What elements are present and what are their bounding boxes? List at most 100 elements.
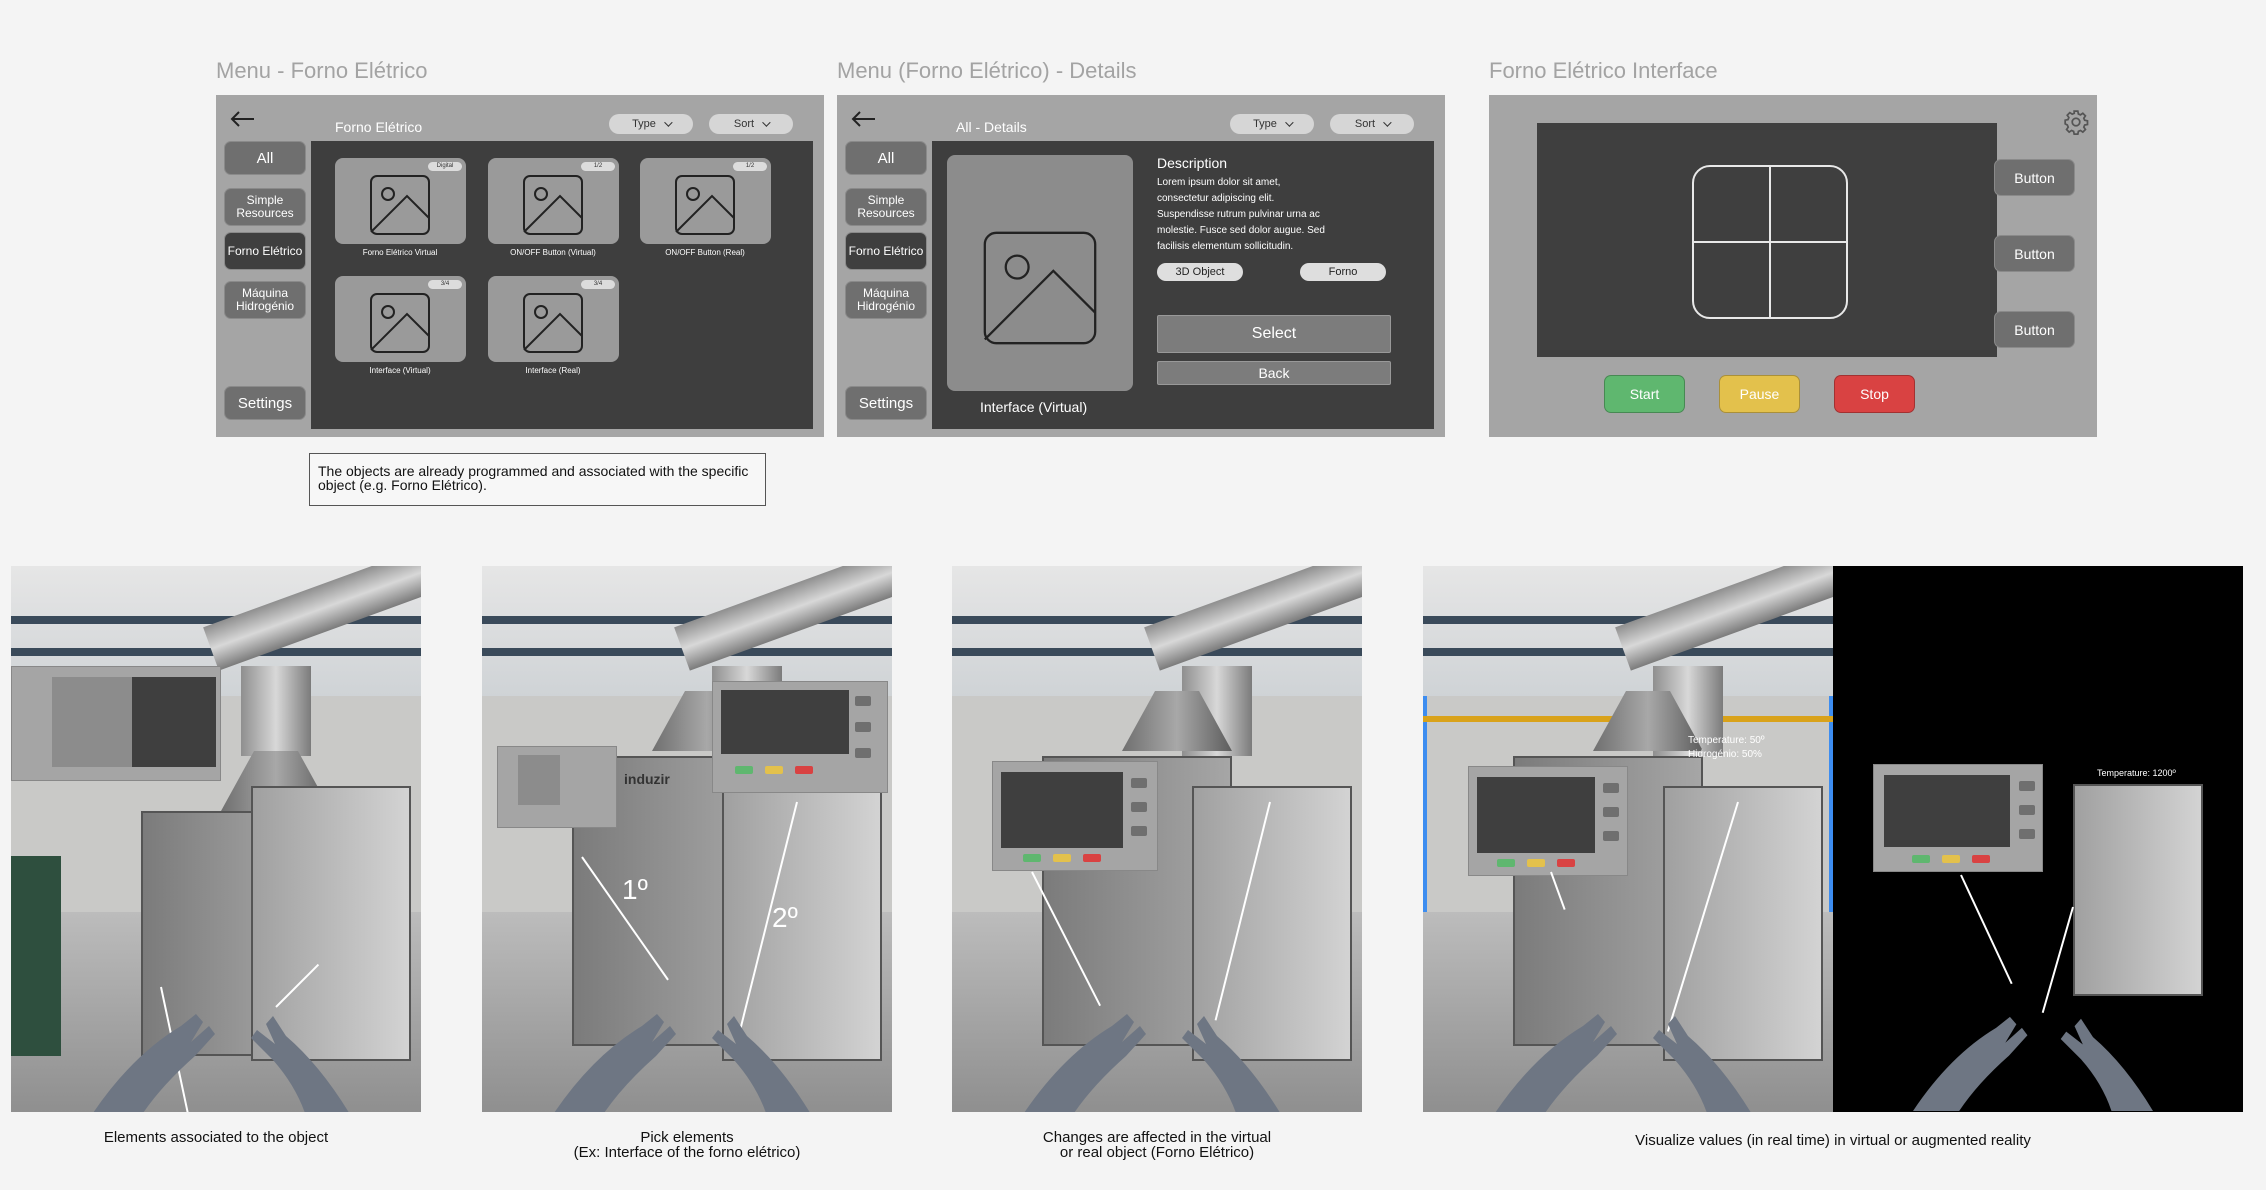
vr-temperature-readout: Temperature: 1200º bbox=[2097, 768, 2176, 778]
vr-hands-icon bbox=[93, 1014, 349, 1112]
ar-interface-panel bbox=[992, 761, 1158, 871]
chevron-down-icon bbox=[664, 118, 673, 127]
object-card-forno-virtual[interactable]: Digital bbox=[335, 158, 466, 244]
settings-button[interactable]: Settings bbox=[845, 386, 927, 420]
caption-photo-1: Elements associated to the object bbox=[103, 1129, 329, 1146]
note-box: The objects are already programmed and a… bbox=[309, 453, 766, 506]
object-card-onoff-virtual[interactable]: 1/2 bbox=[488, 158, 619, 244]
details-frame: All - Details Type Sort All Simple Resou… bbox=[837, 95, 1445, 437]
ar-details-panel bbox=[11, 666, 221, 781]
interface-screen bbox=[1537, 123, 1997, 357]
chevron-down-icon bbox=[1285, 118, 1294, 127]
type-filter-label: Type bbox=[632, 118, 656, 130]
photo-elements-associated bbox=[11, 566, 421, 1112]
type-filter[interactable]: Type bbox=[1230, 114, 1314, 134]
vr-furnace bbox=[2073, 784, 2203, 996]
settings-button[interactable]: Settings bbox=[224, 386, 306, 420]
sidebar-item-simple-resources[interactable]: Simple Resources bbox=[224, 188, 306, 226]
card-label: ON/OFF Button (Virtual) bbox=[510, 248, 596, 257]
pause-button[interactable]: Pause bbox=[1719, 375, 1800, 413]
sidebar-item-maquina-hidrogenio[interactable]: Máquina Hidrogénio bbox=[845, 281, 927, 319]
photo-changes-affected bbox=[952, 566, 1362, 1112]
photo-virtual-reality: Temperature: 1200º bbox=[1833, 566, 2243, 1112]
back-arrow-icon[interactable] bbox=[228, 109, 256, 129]
caption-photo-4: Visualize values (in real time) in virtu… bbox=[1635, 1132, 2031, 1149]
sort-filter[interactable]: Sort bbox=[709, 114, 793, 134]
card-badge: 3/4 bbox=[581, 280, 615, 289]
details-panel: Interface (Virtual) Description Lorem ip… bbox=[932, 141, 1434, 429]
stop-button[interactable]: Stop bbox=[1834, 375, 1915, 413]
caption-photo-2: Pick elements (Ex: Interface of the forn… bbox=[482, 1130, 892, 1160]
card-badge: Digital bbox=[428, 162, 462, 171]
menu-frame-title: Menu - Forno Elétrico bbox=[216, 58, 428, 83]
sidebar-item-all[interactable]: All bbox=[845, 141, 927, 175]
interface-button-1[interactable]: Button bbox=[1994, 159, 2075, 196]
tag-3d-object[interactable]: 3D Object bbox=[1157, 263, 1243, 281]
induzir-logo: induzir bbox=[624, 771, 670, 787]
details-image bbox=[947, 155, 1133, 391]
object-card-interface-virtual[interactable]: 3/4 bbox=[335, 276, 466, 362]
sidebar-item-all[interactable]: All bbox=[224, 141, 306, 175]
interface-button-3[interactable]: Button bbox=[1994, 311, 2075, 348]
image-placeholder-icon bbox=[523, 175, 583, 235]
card-label: Forno Elétrico Virtual bbox=[362, 248, 438, 257]
details-header-title: All - Details bbox=[956, 119, 1027, 135]
card-label: Interface (Virtual) bbox=[369, 366, 431, 375]
window-grid-icon bbox=[1692, 165, 1848, 319]
type-filter-label: Type bbox=[1253, 118, 1277, 130]
image-placeholder-icon bbox=[983, 231, 1097, 345]
start-button[interactable]: Start bbox=[1604, 375, 1685, 413]
ordinal-2: 2º bbox=[772, 902, 798, 933]
vr-hands-icon bbox=[1495, 1014, 1751, 1112]
ar-interface-panel bbox=[1468, 766, 1628, 876]
vr-hands-icon bbox=[1913, 1016, 2153, 1111]
description-title: Description bbox=[1157, 155, 1228, 171]
caption-photo-3-line-1: Changes are affected in the virtual bbox=[1042, 1129, 1272, 1146]
chevron-down-icon bbox=[1383, 118, 1392, 127]
ar-details-panel bbox=[497, 746, 617, 828]
card-badge: 3/4 bbox=[428, 280, 462, 289]
image-placeholder-icon bbox=[523, 293, 583, 353]
card-label: Interface (Real) bbox=[525, 366, 581, 375]
interface-frame: Button Button Button Start Pause Stop bbox=[1489, 95, 2097, 437]
photo-pick-elements: induzir 1º 2º bbox=[482, 566, 892, 1112]
ar-hydrogen-readout: Hidrogénio: 50% bbox=[1688, 749, 1762, 760]
menu-header-title: Forno Elétrico bbox=[335, 119, 423, 135]
ordinal-1: 1º bbox=[622, 874, 648, 905]
sidebar-item-maquina-hidrogenio[interactable]: Máquina Hidrogénio bbox=[224, 281, 306, 319]
gear-icon[interactable] bbox=[2063, 109, 2089, 135]
tag-forno[interactable]: Forno bbox=[1300, 263, 1386, 281]
back-button[interactable]: Back bbox=[1157, 361, 1391, 385]
interface-frame-title: Forno Elétrico Interface bbox=[1489, 58, 1718, 83]
type-filter[interactable]: Type bbox=[609, 114, 693, 134]
description-text: Lorem ipsum dolor sit amet, consectetur … bbox=[1157, 177, 1325, 252]
sidebar-item-forno-eletrico[interactable]: Forno Elétrico bbox=[845, 232, 927, 270]
objects-panel: Digital Forno Elétrico Virtual 1/2 ON/OF… bbox=[311, 141, 813, 429]
object-card-onoff-real[interactable]: 1/2 bbox=[640, 158, 771, 244]
card-label: ON/OFF Button (Real) bbox=[665, 248, 745, 257]
vr-interface-panel bbox=[1873, 764, 2043, 872]
caption-photo-3-line-2: or real object (Forno Elétrico) bbox=[1059, 1144, 1255, 1161]
menu-frame: Forno Elétrico Type Sort All Simple Reso… bbox=[216, 95, 824, 437]
sort-filter[interactable]: Sort bbox=[1330, 114, 1414, 134]
details-frame-title: Menu (Forno Elétrico) - Details bbox=[837, 58, 1137, 83]
caption-photo-2-line-1: Pick elements bbox=[640, 1129, 734, 1146]
sidebar-item-forno-eletrico[interactable]: Forno Elétrico bbox=[224, 232, 306, 270]
photo-augmented-reality[interactable]: Temperature: 50º Hidrogénio: 50% bbox=[1423, 566, 1833, 1112]
interface-button-2[interactable]: Button bbox=[1994, 235, 2075, 272]
sort-filter-label: Sort bbox=[733, 118, 755, 130]
image-placeholder-icon bbox=[370, 175, 430, 235]
object-card-interface-real[interactable]: 3/4 bbox=[488, 276, 619, 362]
ar-interface-panel bbox=[712, 681, 888, 793]
select-button[interactable]: Select bbox=[1157, 315, 1391, 353]
chevron-down-icon bbox=[762, 118, 771, 127]
caption-photo-2-line-2: (Ex: Interface of the forno elétrico) bbox=[573, 1144, 801, 1161]
card-badge: 1/2 bbox=[581, 162, 615, 171]
vr-hands-icon bbox=[1024, 1014, 1280, 1112]
image-placeholder-icon bbox=[370, 293, 430, 353]
back-arrow-icon[interactable] bbox=[849, 109, 877, 129]
details-image-caption: Interface (Virtual) bbox=[980, 399, 1088, 415]
sidebar-item-simple-resources[interactable]: Simple Resources bbox=[845, 188, 927, 226]
image-placeholder-icon bbox=[675, 175, 735, 235]
ar-temperature-readout: Temperature: 50º bbox=[1688, 735, 1765, 746]
